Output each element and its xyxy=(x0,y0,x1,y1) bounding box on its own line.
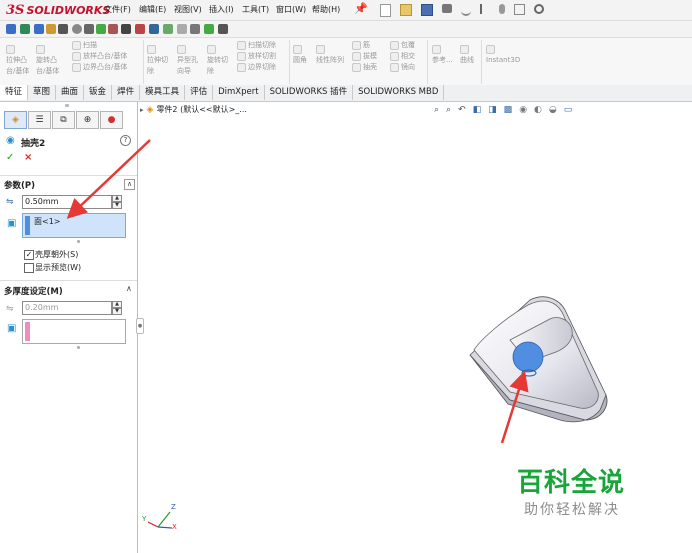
annotation-arrow xyxy=(66,139,151,219)
axis-x-label: X xyxy=(172,523,177,531)
axis-z-label: Z xyxy=(171,503,176,511)
watermark-title: 百科全说 xyxy=(517,468,626,498)
selected-face[interactable] xyxy=(512,341,544,373)
shell-part-model[interactable] xyxy=(469,296,608,423)
axis-y-label: Y xyxy=(142,515,147,523)
axis-triad xyxy=(147,511,173,529)
watermark-subtitle: 助你轻松解决 xyxy=(524,502,620,518)
